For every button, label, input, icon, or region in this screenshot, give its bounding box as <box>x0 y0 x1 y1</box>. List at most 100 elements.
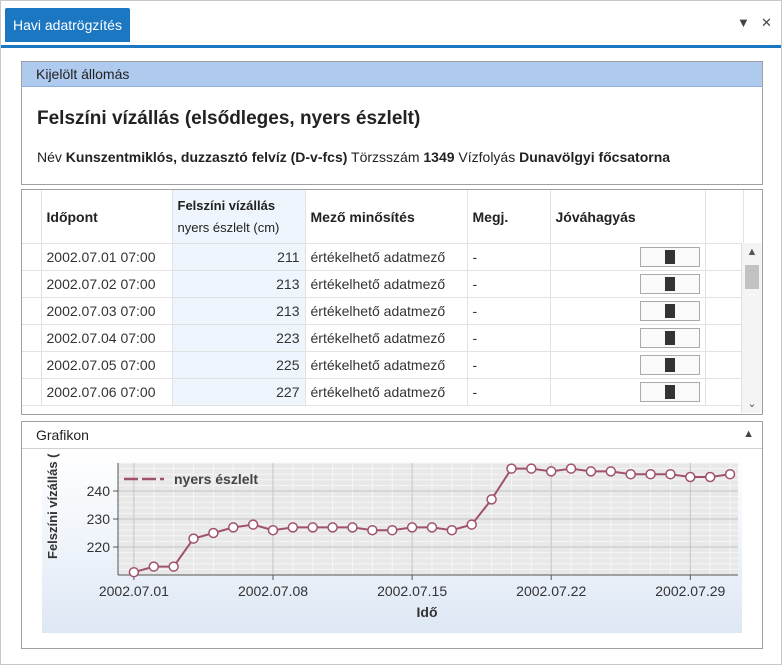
cell-approval <box>550 270 706 298</box>
approval-toggle-button[interactable] <box>639 355 700 375</box>
cell-filler <box>705 297 744 325</box>
tab-monthly-data-entry[interactable]: Havi adatrögzítés <box>5 8 130 42</box>
data-point <box>685 471 696 483</box>
table-row[interactable]: 2002.07.01 07:00 211 értékelhető adatmező - <box>22 243 744 271</box>
scroll-down-icon[interactable]: ⌄ <box>742 395 762 413</box>
chart-panel: Grafikon ▲ 220 230 240 2002.07.01 2002.07.0… <box>21 421 763 649</box>
river-name: Dunavölgyi főcsatorna <box>519 149 671 165</box>
table-row[interactable]: 2002.07.04 07:00 223 értékelhető adatmező - <box>22 324 744 352</box>
cell-time: 2002.07.04 07:00 <box>41 324 173 352</box>
cell-quality: értékelhető adatmező <box>305 270 468 298</box>
data-point <box>645 468 656 480</box>
cell-note: - <box>467 351 551 379</box>
cell-water-level[interactable]: 213 <box>172 297 306 325</box>
approval-toggle-button[interactable] <box>639 301 700 321</box>
data-point <box>148 561 160 572</box>
scroll-up-icon[interactable]: ▲ <box>742 243 762 261</box>
y-tick-label: 220 <box>87 539 111 555</box>
cell-water-level[interactable]: 227 <box>172 378 306 406</box>
cell-water-level[interactable]: 225 <box>172 351 306 379</box>
legend-label: nyers észlelt <box>174 471 258 487</box>
cell-filler <box>705 270 744 298</box>
cell-quality: értékelhető adatmező <box>305 324 468 352</box>
data-point <box>128 566 140 578</box>
data-point <box>267 524 279 536</box>
cell-time: 2002.07.02 07:00 <box>41 270 173 298</box>
cell-note: - <box>467 243 551 271</box>
station-id: 1349 <box>423 149 455 165</box>
data-point <box>406 522 418 533</box>
approval-toggle-button[interactable] <box>639 274 700 294</box>
water-level-chart: 220 230 240 2002.07.01 2002.07.08 2002.07.15… <box>42 449 742 633</box>
column-header-time[interactable]: Időpont <box>41 190 173 244</box>
data-point <box>426 522 438 533</box>
cell-water-level[interactable]: 213 <box>172 270 306 298</box>
cell-approval <box>550 351 706 379</box>
collapse-chevron-icon[interactable]: ▲ <box>743 428 754 440</box>
row-selector-header <box>22 190 42 244</box>
row-selector <box>22 324 42 352</box>
id-label: Törzsszám <box>351 149 420 165</box>
column-header-approval[interactable]: Jóváhagyás <box>550 190 706 244</box>
table-body: 2002.07.01 07:00 211 értékelhető adatmező -… <box>22 243 744 406</box>
data-point <box>605 466 617 477</box>
row-selector <box>22 297 42 325</box>
cell-filler <box>705 351 744 379</box>
table-row[interactable]: 2002.07.05 07:00 225 értékelhető adatmező - <box>22 351 744 379</box>
x-axis-label: Idő <box>417 604 438 620</box>
data-point <box>287 522 299 533</box>
station-name: Kunszentmiklós, duzzasztó felvíz (D-v-fc… <box>65 149 348 165</box>
approval-toggle-button[interactable] <box>639 328 700 348</box>
cell-water-level[interactable]: 211 <box>172 243 306 271</box>
data-point <box>228 522 239 533</box>
approval-toggle-button[interactable] <box>639 382 700 402</box>
approval-toggle-button[interactable] <box>639 247 700 267</box>
cell-approval <box>550 297 706 325</box>
cell-time: 2002.07.05 07:00 <box>41 351 173 379</box>
cell-approval <box>550 243 706 271</box>
scrollbar-thumb[interactable] <box>745 265 759 289</box>
station-details: Név Kunszentmiklós, duzzasztó felvíz (D-… <box>37 149 670 165</box>
water-level-header-line2: nyers észlelt (cm) <box>177 219 280 235</box>
x-tick-label: 2002.07.15 <box>377 583 447 599</box>
x-tick-label: 2002.07.08 <box>238 583 308 599</box>
cell-filler <box>705 378 744 406</box>
x-tick-label: 2002.07.29 <box>655 583 725 599</box>
y-tick-label: 230 <box>87 511 111 527</box>
filler-header <box>705 190 744 244</box>
row-selector <box>22 270 42 298</box>
cell-quality: értékelhető adatmező <box>305 243 468 271</box>
column-header-quality[interactable]: Mező minősítés <box>305 190 468 244</box>
data-grid: Időpont Felszíni vízállás nyers észlelt … <box>21 189 763 415</box>
selected-station-header: Kijelölt állomás <box>22 62 762 87</box>
data-point <box>347 522 358 533</box>
cell-approval <box>550 324 706 352</box>
data-point <box>188 533 199 544</box>
data-point <box>168 561 179 572</box>
data-table: Időpont Felszíni vízállás nyers észlelt … <box>22 190 744 406</box>
table-row[interactable]: 2002.07.03 07:00 213 értékelhető adatmező - <box>22 297 744 325</box>
selected-station-panel: Kijelölt állomás Felszíni vízállás (első… <box>21 61 763 185</box>
cell-quality: értékelhető adatmező <box>305 297 468 325</box>
cell-quality: értékelhető adatmező <box>305 378 468 406</box>
column-header-note[interactable]: Megj. <box>467 190 551 244</box>
close-icon[interactable]: ✕ <box>761 15 772 31</box>
cell-note: - <box>467 270 551 298</box>
cell-note: - <box>467 297 551 325</box>
name-label: Név <box>37 149 62 165</box>
x-tick-label: 2002.07.22 <box>516 583 586 599</box>
row-selector <box>22 351 42 379</box>
table-row[interactable]: 2002.07.06 07:00 227 értékelhető adatmező - <box>22 378 744 406</box>
data-point <box>526 463 537 474</box>
table-scrollbar[interactable]: ▲ ⌄ <box>741 243 762 413</box>
cell-water-level[interactable]: 223 <box>172 324 306 352</box>
dropdown-icon[interactable]: ▼ <box>737 15 750 30</box>
data-point <box>665 468 676 480</box>
tab-bar: Havi adatrögzítés ▼ ✕ <box>1 1 781 48</box>
chart-header: Grafikon <box>22 422 762 449</box>
column-header-water-level[interactable]: Felszíni vízállás nyers észlelt (cm) <box>172 190 306 244</box>
y-tick-label: 240 <box>87 483 111 499</box>
table-row[interactable]: 2002.07.02 07:00 213 értékelhető adatmező - <box>22 270 744 298</box>
data-point <box>565 463 577 474</box>
data-point <box>208 527 219 539</box>
